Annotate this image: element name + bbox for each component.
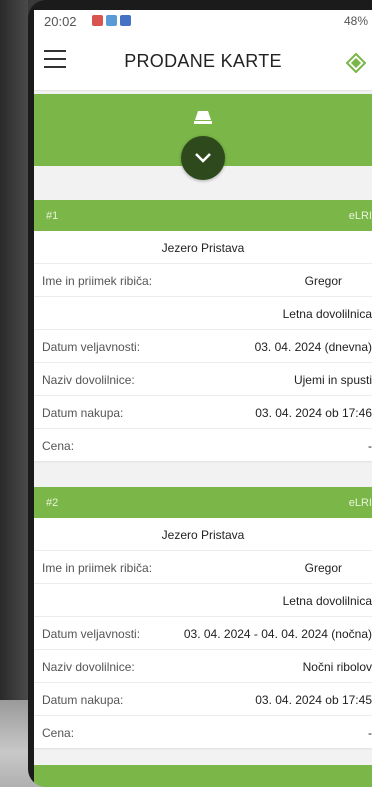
- validity-value: 03. 04. 2024 - 04. 04. 2024 (nočna): [183, 627, 372, 641]
- validity-value: 03. 04. 2024 (dnevna): [254, 340, 372, 354]
- expand-button[interactable]: [181, 136, 225, 180]
- price-value: -: [368, 439, 372, 453]
- next-ticket-header[interactable]: [34, 765, 372, 787]
- page-title: PRODANE KARTE: [124, 51, 282, 71]
- validity-label: Datum veljavnosti:: [42, 340, 141, 354]
- permit-name-row: Naziv dovolilnice: Ujemi in spusti: [34, 363, 372, 396]
- angler-value: Gregor: [304, 561, 342, 575]
- lake-name: Jezero Pristava: [161, 241, 245, 255]
- purchase-value: 03. 04. 2024 ob 17:45: [255, 693, 372, 707]
- ticket-tag: eLRI: [348, 210, 372, 222]
- ticket-tag: eLRI: [348, 497, 372, 509]
- mail-icon: [106, 15, 117, 26]
- ticket-header: #2 eLRI: [34, 487, 372, 518]
- status-bar: 20:02 48%: [34, 10, 372, 34]
- price-row: Cena: -: [34, 429, 372, 461]
- app-logo-icon: [346, 53, 366, 73]
- ticket-icon: [194, 111, 212, 124]
- purchase-label: Datum nakupa:: [42, 693, 124, 707]
- validity-row: Datum veljavnosti: 03. 04. 2024 - 04. 04…: [34, 617, 372, 650]
- angler-row: Ime in priimek ribiča: Gregor: [34, 551, 372, 584]
- ticket-number: #1: [46, 210, 59, 222]
- battery-level: 48%: [343, 14, 368, 28]
- price-label: Cena:: [42, 726, 75, 740]
- permit-name-value: Ujemi in spusti: [293, 373, 372, 387]
- chevron-down-icon: [195, 153, 211, 163]
- permit-type-row: Letna dovolilnica: [34, 297, 372, 330]
- lake-row: Jezero Pristava: [34, 231, 372, 264]
- price-row: Cena: -: [34, 716, 372, 748]
- ticket-number: #2: [46, 497, 59, 509]
- permit-type-value: Letna dovolilnica: [282, 594, 372, 608]
- app-notification-icon: [120, 15, 131, 26]
- notification-icons: [92, 15, 131, 26]
- angler-label: Ime in priimek ribiča:: [42, 561, 153, 575]
- status-time: 20:02: [44, 14, 77, 29]
- phone-screen: 20:02 48% PRODANE KARTE #1 eLRI Jezero P…: [34, 10, 372, 787]
- permit-name-label: Naziv dovolilnice:: [42, 660, 135, 674]
- price-value: -: [368, 726, 372, 740]
- ticket-card[interactable]: #2 eLRI Jezero Pristava Ime in priimek r…: [34, 487, 372, 748]
- validity-label: Datum veljavnosti:: [42, 627, 141, 641]
- permit-type-row: Letna dovolilnica: [34, 584, 372, 617]
- purchase-row: Datum nakupa: 03. 04. 2024 ob 17:45: [34, 683, 372, 716]
- notification-icon: [92, 15, 103, 26]
- phone-frame: 20:02 48% PRODANE KARTE #1 eLRI Jezero P…: [28, 0, 372, 787]
- angler-value: Gregor: [304, 274, 342, 288]
- ticket-header: #1 eLRI: [34, 200, 372, 231]
- permit-type-value: Letna dovolilnica: [282, 307, 372, 321]
- app-bar: PRODANE KARTE: [34, 34, 372, 91]
- lake-row: Jezero Pristava: [34, 518, 372, 551]
- angler-row: Ime in priimek ribiča: Gregor: [34, 264, 372, 297]
- purchase-row: Datum nakupa: 03. 04. 2024 ob 17:46: [34, 396, 372, 429]
- validity-row: Datum veljavnosti: 03. 04. 2024 (dnevna): [34, 330, 372, 363]
- purchase-value: 03. 04. 2024 ob 17:46: [255, 406, 372, 420]
- permit-name-value: Nočni ribolov: [302, 660, 372, 674]
- angler-label: Ime in priimek ribiča:: [42, 274, 153, 288]
- lake-name: Jezero Pristava: [161, 528, 245, 542]
- purchase-label: Datum nakupa:: [42, 406, 124, 420]
- ticket-card[interactable]: #1 eLRI Jezero Pristava Ime in priimek r…: [34, 200, 372, 461]
- permit-name-label: Naziv dovolilnice:: [42, 373, 135, 387]
- background-left: [0, 0, 28, 787]
- price-label: Cena:: [42, 439, 75, 453]
- permit-name-row: Naziv dovolilnice: Nočni ribolov: [34, 650, 372, 683]
